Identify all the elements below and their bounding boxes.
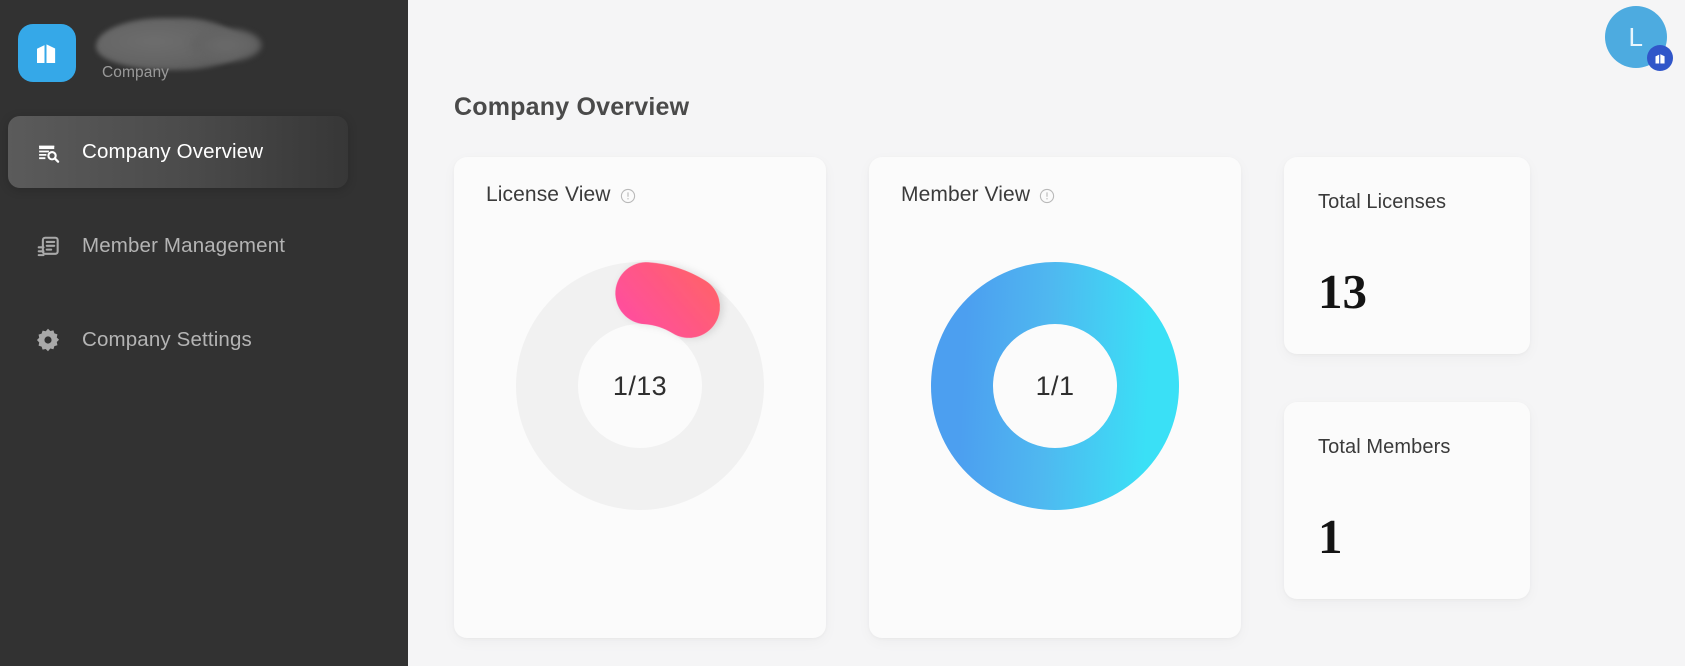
card-search-icon (34, 138, 62, 166)
sidebar-item-label: Company Settings (82, 328, 252, 352)
topbar: L (408, 0, 1685, 72)
member-donut-wrap: 1/1 (869, 260, 1241, 512)
member-card-icon (34, 232, 62, 260)
info-circle-icon[interactable] (1039, 188, 1055, 204)
member-donut-center-label: 1/1 (929, 260, 1181, 512)
stat-value: 1 (1318, 512, 1343, 561)
company-building-icon (1647, 45, 1673, 71)
brand-meta: Company (102, 22, 169, 82)
info-circle-icon[interactable] (620, 188, 636, 204)
sidebar-item-label: Company Overview (82, 140, 263, 164)
card-title: License View (486, 183, 611, 207)
brand-subtitle: Company (102, 64, 169, 82)
total-members-card: Total Members 1 (1284, 402, 1530, 599)
sidebar-nav: Company Overview Member Management (0, 116, 408, 376)
sidebar-item-company-settings[interactable]: Company Settings (8, 304, 348, 376)
member-donut-chart: 1/1 (929, 260, 1181, 512)
stat-label: Total Members (1318, 436, 1530, 459)
member-view-header: Member View (869, 157, 1241, 207)
sidebar-brand[interactable]: Company (0, 0, 408, 100)
total-licenses-card: Total Licenses 13 (1284, 157, 1530, 354)
license-view-card: License View (454, 157, 826, 638)
stat-card-stack: Total Licenses 13 Total Members 1 (1284, 157, 1530, 638)
stat-value: 13 (1318, 267, 1367, 316)
license-donut-chart: 1/13 (514, 260, 766, 512)
page-title: Company Overview (454, 93, 689, 122)
member-view-card: Member View (869, 157, 1241, 638)
sidebar-item-company-overview[interactable]: Company Overview (8, 116, 348, 188)
card-title: Member View (901, 183, 1030, 207)
license-donut-wrap: 1/13 (454, 260, 826, 512)
license-donut-center-label: 1/13 (514, 260, 766, 512)
main-content: L Company Overview License View (408, 0, 1685, 666)
redacted-company-name-tail (190, 28, 262, 62)
dashboard-grid: License View (454, 157, 1667, 638)
sidebar: Company Company Overview (0, 0, 408, 666)
license-view-header: License View (454, 157, 826, 207)
avatar-wrapper[interactable]: L (1605, 6, 1667, 68)
sidebar-item-member-management[interactable]: Member Management (8, 210, 348, 282)
sidebar-item-label: Member Management (82, 234, 285, 258)
gear-icon (34, 326, 62, 354)
stat-label: Total Licenses (1318, 191, 1530, 214)
app-root: Company Company Overview (0, 0, 1685, 666)
company-building-icon (18, 24, 76, 82)
